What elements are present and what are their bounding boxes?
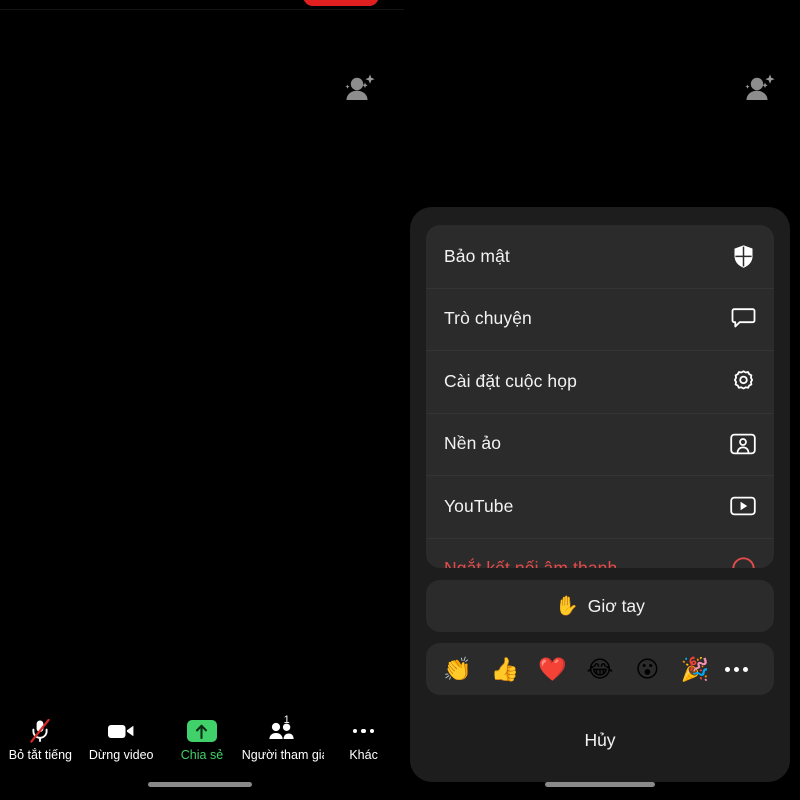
gear-icon: [730, 368, 756, 394]
menu-item-label: Cài đặt cuộc họp: [444, 370, 577, 391]
more-reactions-icon[interactable]: [725, 666, 759, 672]
thumbs-up-reaction[interactable]: 👍: [488, 657, 522, 681]
toolbar-item-label: Chia sẻ: [180, 748, 224, 762]
toolbar-item-participants[interactable]: 1 Người tham gia: [241, 714, 324, 763]
toolbar-item-label: Người tham gia: [241, 748, 324, 762]
share-chip: [186, 720, 217, 742]
meeting-screen: Bỏ tắt tiếng Dừng video Chia sẻ 1 Người …: [0, 0, 800, 800]
microphone-muted-icon: [29, 718, 51, 744]
toolbar-item-video[interactable]: Dừng video: [81, 718, 161, 763]
shield-icon: [730, 243, 756, 269]
heart-reaction[interactable]: ❤️: [536, 657, 570, 681]
meeting-toolbar: Bỏ tắt tiếng Dừng video Chia sẻ 1 Người …: [0, 714, 404, 772]
home-indicator-left[interactable]: [148, 782, 252, 787]
reactions-bar: 👏 👍 ❤️ 😂 😮 🎉: [426, 643, 774, 695]
menu-item-virtual-background[interactable]: Nền ảo: [426, 412, 774, 476]
toolbar-item-label: Bỏ tắt tiếng: [8, 748, 73, 762]
notification-pill: [303, 0, 379, 6]
joy-reaction[interactable]: 😂: [583, 657, 617, 681]
menu-item-youtube[interactable]: YouTube: [426, 475, 774, 538]
toolbar-item-share[interactable]: Chia sẻ: [162, 718, 242, 763]
toolbar-item-label: Dừng video: [88, 748, 154, 762]
toolbar-item-more[interactable]: Khác: [324, 718, 404, 763]
party-popper-reaction[interactable]: 🎉: [678, 657, 712, 681]
person-sparkle-icon: [739, 66, 781, 108]
menu-item-security[interactable]: Bảo mật: [426, 225, 774, 288]
participants-count-badge: 1: [283, 714, 290, 726]
raise-hand-button[interactable]: ✋ Giơ tay: [426, 580, 774, 632]
toolbar-item-mute[interactable]: Bỏ tắt tiếng: [0, 718, 80, 763]
more-options-sheet: Bảo mật Trò chuyện Cài đặt cuộc họp Nền …: [410, 207, 790, 782]
video-camera-icon: [107, 718, 135, 744]
more-dots-icon: [352, 718, 375, 744]
disconnect-audio-icon: [730, 556, 756, 568]
participants-icon: 1: [268, 714, 298, 744]
menu-item-chat[interactable]: Trò chuyện: [426, 287, 774, 351]
menu-item-label: Ngắt kết nối âm thanh: [444, 558, 617, 568]
raised-hand-icon: ✋: [555, 595, 579, 617]
virtual-background-icon: [730, 431, 756, 457]
cancel-button[interactable]: Hủy: [426, 709, 774, 771]
menu-item-label: Bảo mật: [444, 245, 510, 266]
toolbar-item-label: Khác: [349, 748, 378, 762]
clap-reaction[interactable]: 👏: [441, 657, 475, 681]
top-divider: [0, 9, 404, 10]
share-arrow-up-icon: [186, 718, 217, 744]
chat-bubble-icon: [730, 306, 756, 332]
menu-item-label: Trò chuyện: [444, 308, 532, 329]
menu-item-label: YouTube: [444, 495, 514, 516]
options-menu-card: Bảo mật Trò chuyện Cài đặt cuộc họp Nền …: [426, 225, 774, 568]
menu-item-disconnect-audio[interactable]: Ngắt kết nối âm thanh: [426, 537, 774, 568]
raise-hand-label: Giơ tay: [587, 595, 645, 616]
cancel-label: Hủy: [584, 729, 616, 750]
menu-item-meeting-settings[interactable]: Cài đặt cuộc họp: [426, 350, 774, 413]
youtube-play-icon: [730, 493, 756, 519]
person-sparkle-icon: [339, 66, 381, 108]
home-indicator-right[interactable]: [545, 782, 655, 787]
open-mouth-reaction[interactable]: 😮: [630, 657, 664, 681]
menu-item-label: Nền ảo: [444, 433, 502, 454]
